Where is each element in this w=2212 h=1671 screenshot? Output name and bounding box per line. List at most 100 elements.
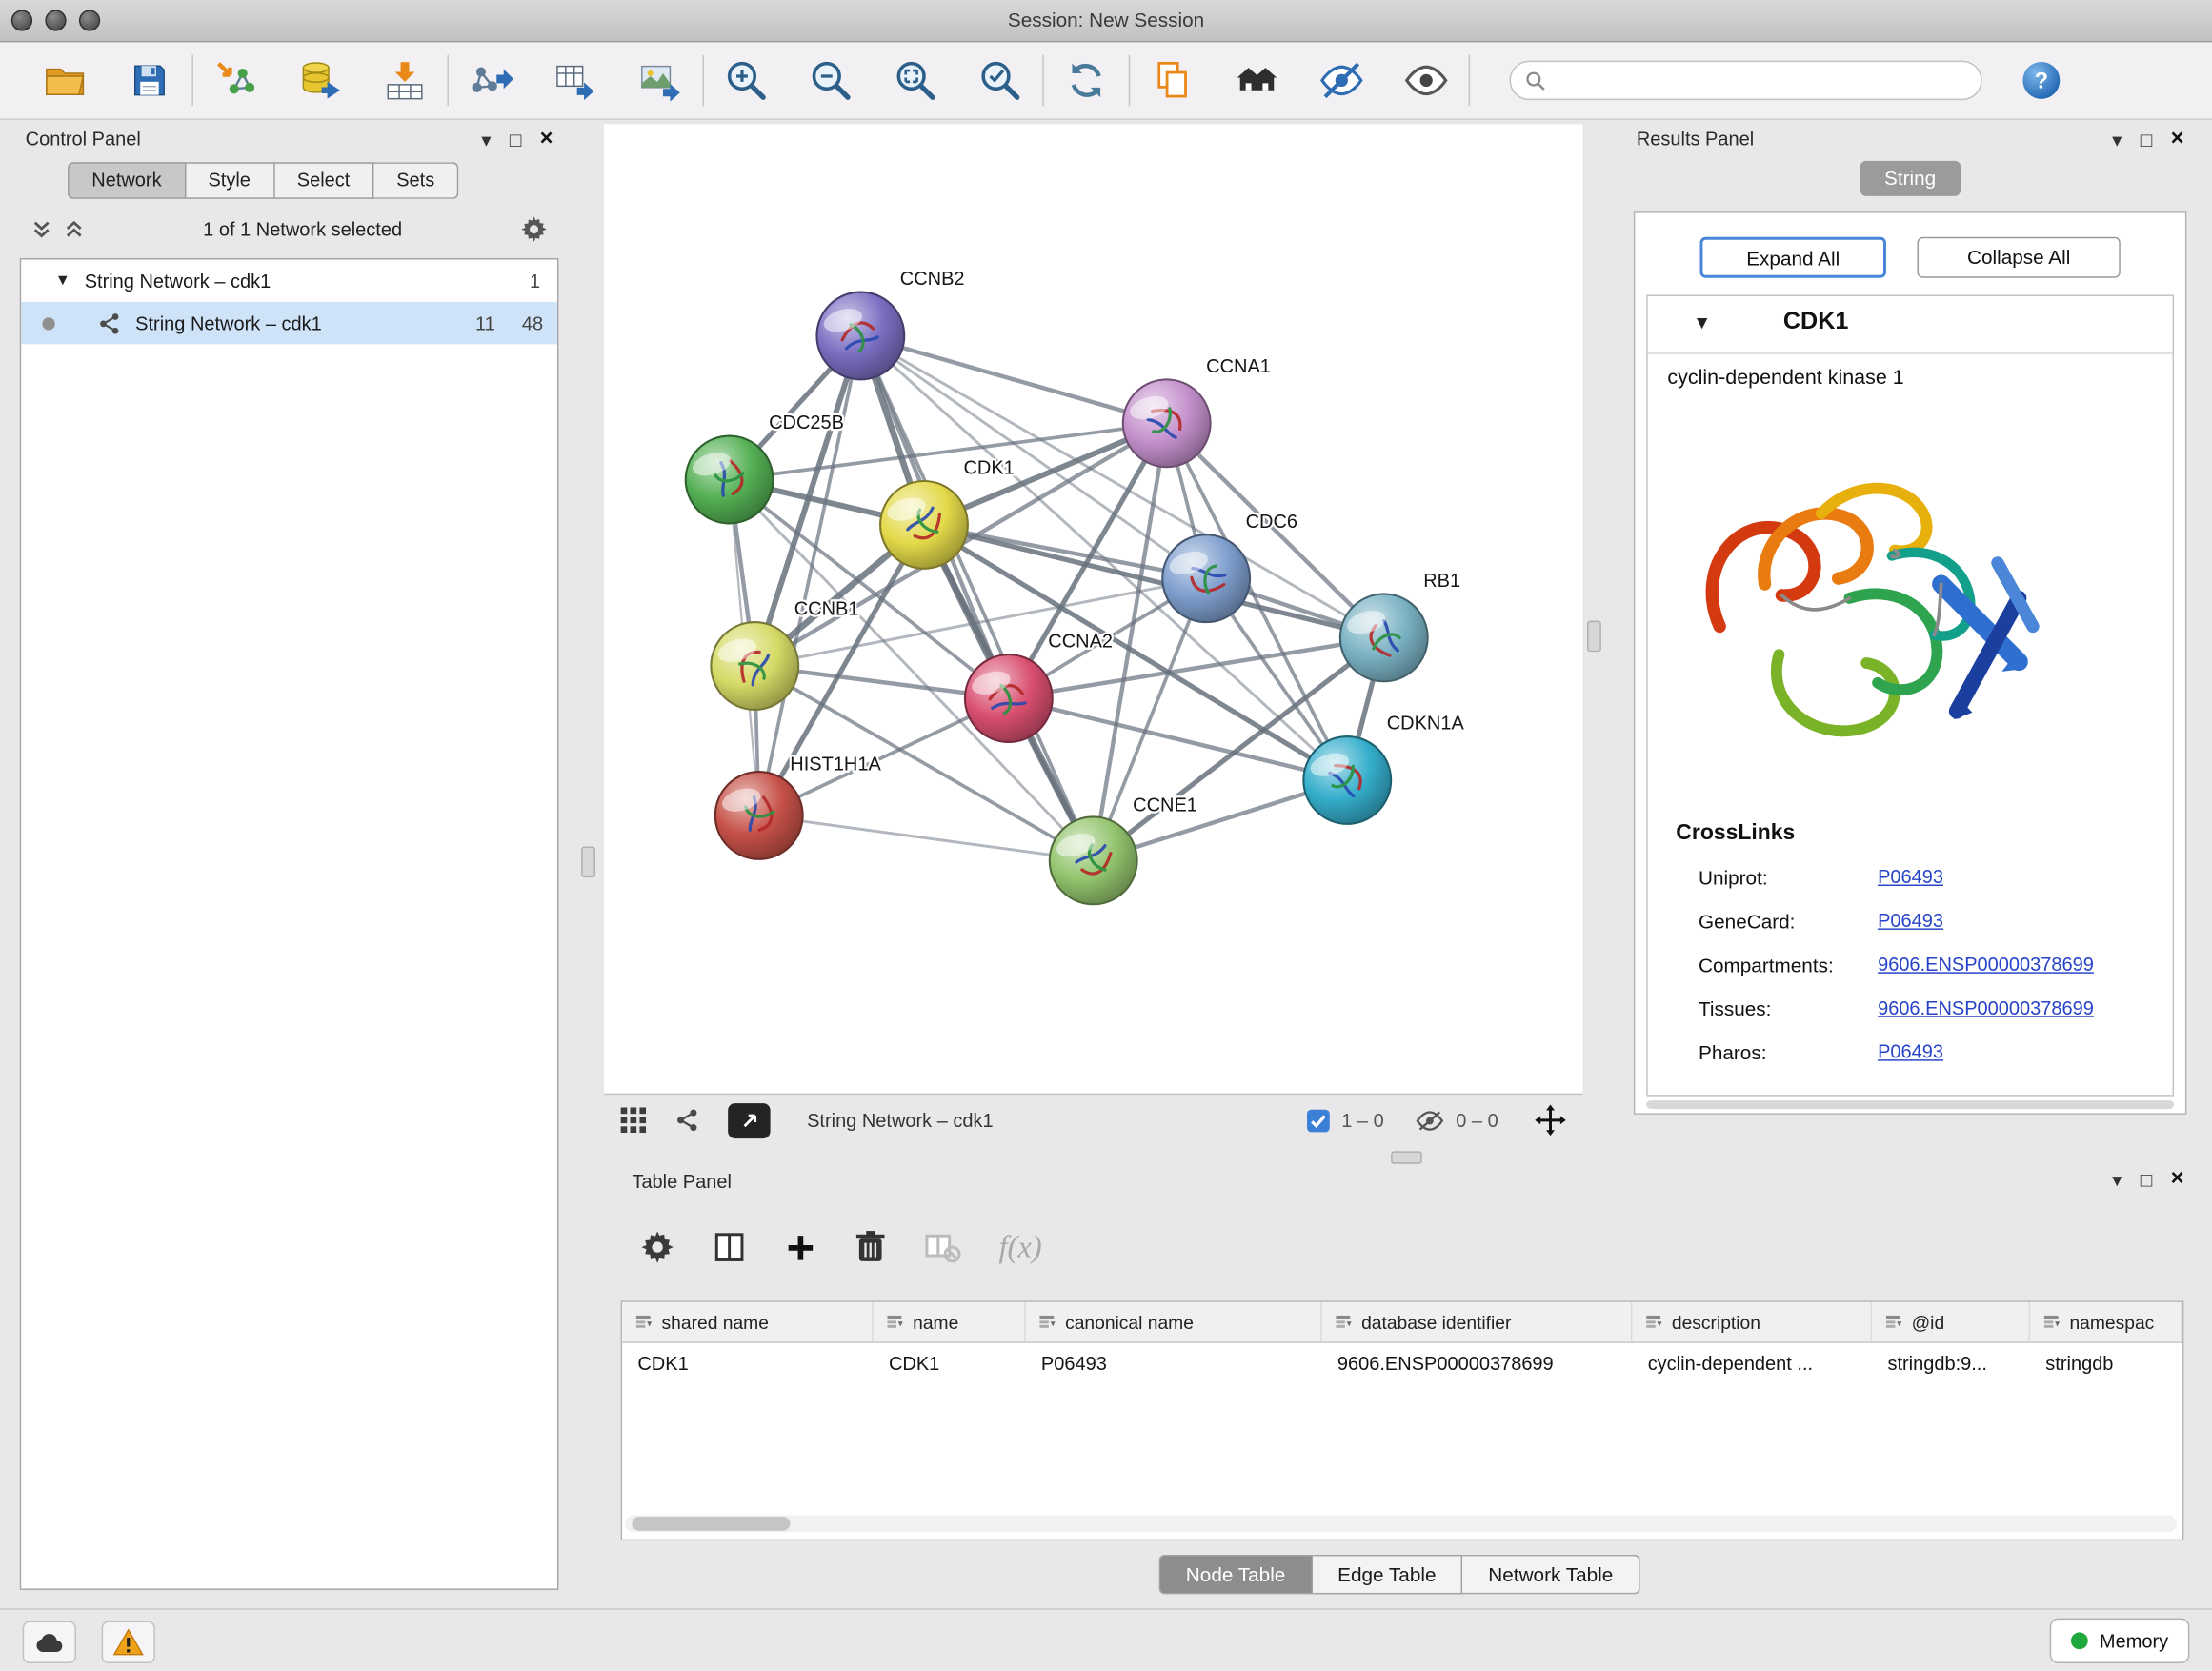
float-panel-icon[interactable]: ▾ [481,130,491,150]
column-header-canonical-name[interactable]: canonical name [1026,1302,1322,1341]
close-panel-icon[interactable]: × [540,129,553,151]
network-node-cdc25b[interactable] [686,436,774,524]
column-header-namespac[interactable]: namespac [2030,1302,2182,1341]
scrollbar-thumb[interactable] [632,1517,790,1531]
network-node-ccna2[interactable] [965,654,1053,742]
gear-icon[interactable] [520,215,547,242]
network-node-rb1[interactable] [1340,594,1428,681]
pan-crosshair-icon[interactable] [1535,1105,1566,1137]
maximize-panel-icon[interactable]: □ [2141,130,2153,150]
tab-edge-table[interactable]: Edge Table [1312,1555,1462,1594]
crosslink-link[interactable]: 9606.ENSP00000378699 [1878,954,2094,975]
crosslink-link[interactable]: 9606.ENSP00000378699 [1878,997,2094,1018]
expand-all-button[interactable]: Expand All [1699,237,1885,278]
float-panel-icon[interactable]: ▾ [2112,1170,2122,1190]
birds-eye-view-icon[interactable] [621,1108,647,1134]
zoom-selected-icon[interactable] [972,50,1028,110]
zoom-fit-icon[interactable] [887,50,943,110]
zoom-out-icon[interactable] [803,50,859,110]
import-table-icon[interactable] [376,50,432,110]
table-body: CDK1CDK1P064939606.ENSP00000378699cyclin… [622,1343,2182,1382]
table-cell: CDK1 [622,1352,874,1373]
import-table-from-database-icon[interactable] [292,50,349,110]
float-panel-icon[interactable]: ▾ [2112,130,2122,150]
splitter-handle[interactable] [1587,621,1601,653]
tab-select[interactable]: Select [274,162,373,199]
gear-icon[interactable] [640,1230,674,1264]
crosslink-link[interactable]: P06493 [1878,866,1943,887]
toolbar-separator [191,55,192,106]
cloud-button[interactable] [23,1621,76,1663]
network-canvas[interactable]: CCNB2CCNA1CDC25BCDK1CDC6RB1CCNB1CCNA2CDK… [604,124,1583,1145]
splitter-handle[interactable] [581,847,595,878]
duplicate-document-icon[interactable] [1144,50,1200,110]
results-scrollbar[interactable] [1646,1100,2174,1109]
table-row[interactable]: CDK1CDK1P064939606.ENSP00000378699cyclin… [622,1343,2182,1382]
column-header--id[interactable]: @id [1872,1302,2030,1341]
network-node-ccnb2[interactable] [816,292,904,380]
refresh-icon[interactable] [1058,50,1115,110]
network-node-ccna1[interactable] [1123,379,1211,467]
tab-string[interactable]: String [1860,161,1961,196]
tab-style[interactable]: Style [186,162,274,199]
toolbar-separator [1469,55,1470,106]
open-in-window-icon[interactable] [728,1102,770,1137]
search-box[interactable] [1510,61,1982,100]
collapse-all-tree-icon[interactable] [31,218,52,239]
tab-network-table[interactable]: Network Table [1463,1555,1640,1594]
share-network-icon[interactable] [674,1108,700,1134]
selected-checkbox-icon[interactable] [1306,1108,1330,1132]
add-column-icon[interactable] [784,1231,816,1263]
tab-network[interactable]: Network [68,162,186,199]
export-network-icon[interactable] [463,50,519,110]
network-node-ccnb1[interactable] [711,622,798,710]
tab-node-table[interactable]: Node Table [1159,1555,1313,1594]
gene-section-header[interactable]: ▼ CDK1 [1648,296,2173,354]
memory-button[interactable]: Memory [2050,1619,2189,1663]
network-node-cdk1[interactable] [880,481,968,569]
column-header-name[interactable]: name [874,1302,1026,1341]
memory-status-dot [2071,1632,2088,1649]
warnings-button[interactable] [102,1621,155,1663]
maximize-panel-icon[interactable]: □ [2141,1170,2153,1190]
hidden-eye-icon[interactable] [1415,1108,1444,1132]
network-row-selected[interactable]: String Network – cdk1 11 48 [21,302,557,344]
show-columns-icon[interactable] [713,1230,747,1264]
hide-selected-icon[interactable] [1314,50,1370,110]
network-node-hist1h1a[interactable] [715,772,803,859]
column-header-shared-name[interactable]: shared name [622,1302,874,1341]
export-table-icon[interactable] [548,50,604,110]
expand-all-tree-icon[interactable] [64,218,85,239]
network-node-ccne1[interactable] [1050,816,1137,904]
search-input[interactable] [1556,69,1966,92]
first-neighbors-icon[interactable] [1229,50,1285,110]
string-network-graph[interactable]: CCNB2CCNA1CDC25BCDK1CDC6RB1CCNB1CCNA2CDK… [604,124,1583,1093]
crosslink-link[interactable]: P06493 [1878,1041,1943,1062]
close-panel-icon[interactable]: × [2171,129,2184,151]
save-session-icon[interactable] [121,50,177,110]
column-header-description[interactable]: description [1632,1302,1872,1341]
network-collection-row[interactable]: ▼ String Network – cdk1 1 [21,259,557,301]
open-session-icon[interactable] [37,50,93,110]
crosslinks-title: CrossLinks [1676,821,1795,847]
tab-sets[interactable]: Sets [374,162,459,199]
export-image-icon[interactable] [632,50,688,110]
network-node-cdc6[interactable] [1162,534,1250,622]
maximize-panel-icon[interactable]: □ [510,130,522,150]
crosslink-link[interactable]: P06493 [1878,910,1943,931]
crosslink-row: Pharos:P06493 [1648,1030,2173,1074]
column-header-database-identifier[interactable]: database identifier [1322,1302,1633,1341]
show-all-icon[interactable] [1398,50,1455,110]
network-node-cdkn1a[interactable] [1303,736,1391,824]
import-network-icon[interactable] [208,50,264,110]
table-horizontal-scrollbar[interactable] [625,1515,2177,1532]
zoom-in-icon[interactable] [718,50,774,110]
close-panel-icon[interactable]: × [2171,1168,2184,1191]
collapse-all-button[interactable]: Collapse All [1918,237,2121,278]
current-network-dot [42,316,54,329]
disclosure-triangle-icon[interactable]: ▼ [1693,312,1711,332]
disclosure-triangle-icon[interactable]: ▼ [55,272,70,290]
splitter-handle[interactable] [1391,1151,1422,1163]
help-icon[interactable]: ? [2013,50,2069,110]
delete-row-trash-icon[interactable] [855,1230,886,1264]
